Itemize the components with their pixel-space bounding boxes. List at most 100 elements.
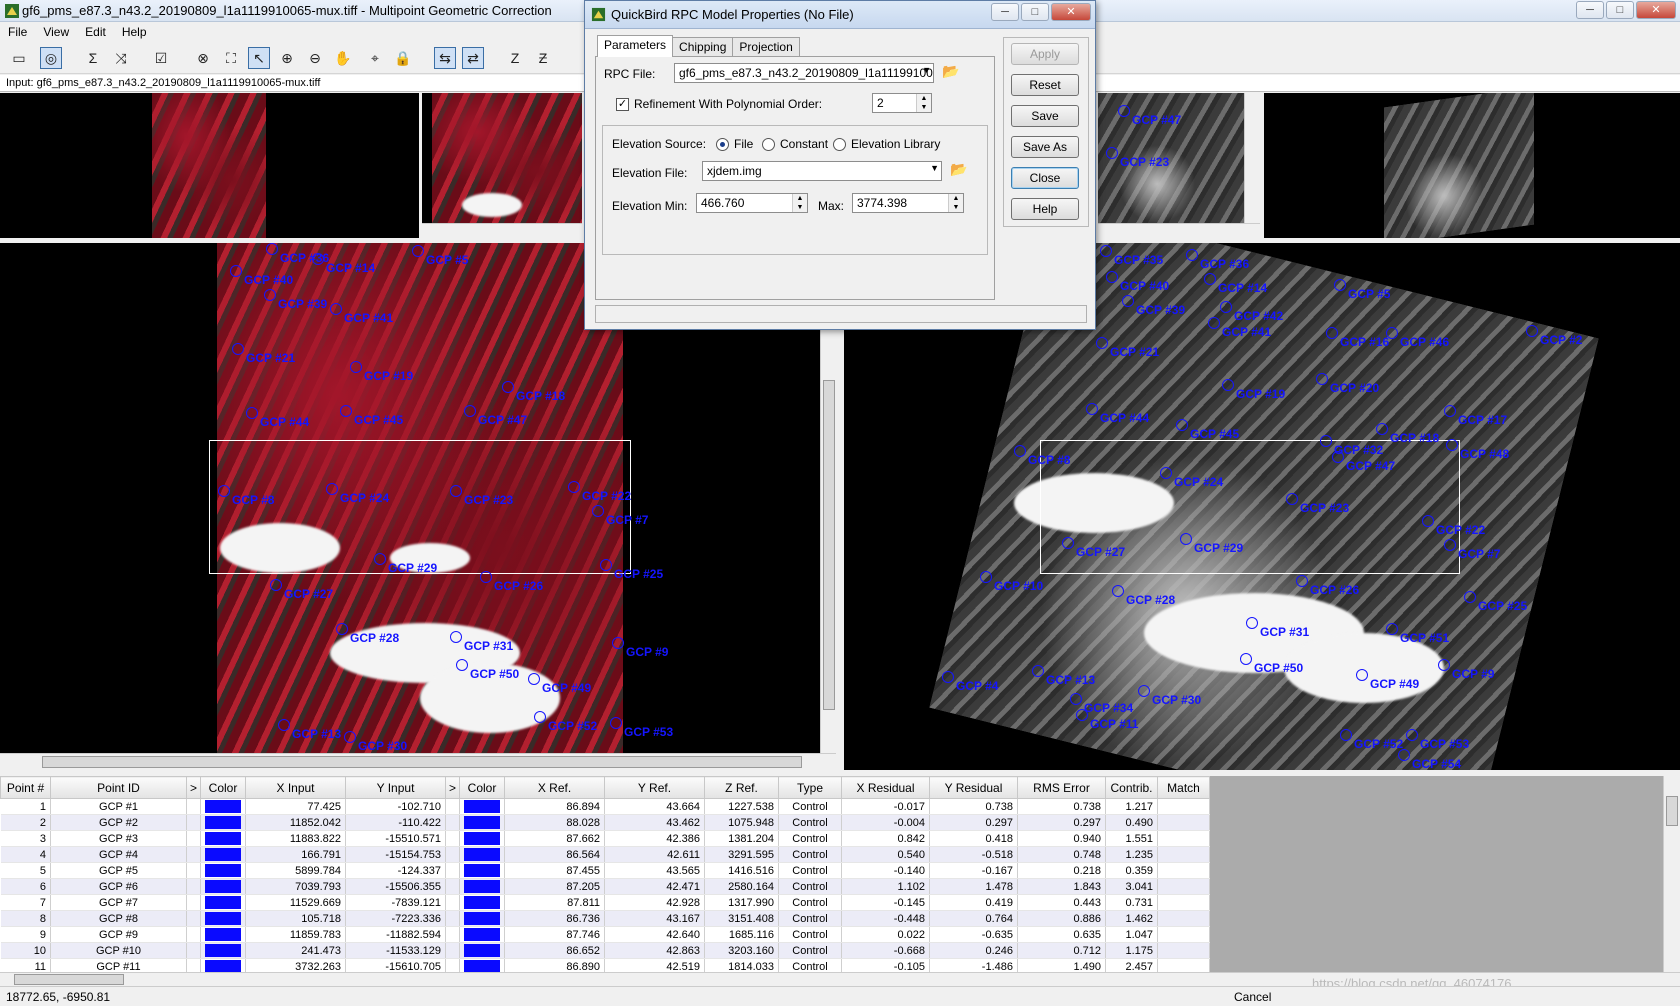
sigma-icon[interactable]: Σ xyxy=(82,47,104,69)
table-row[interactable]: 11 GCP #11 3732.263 -15610.705 86.890 42.519 1… xyxy=(0,958,1210,972)
close-button[interactable]: Close xyxy=(1011,167,1079,189)
table-row[interactable]: 4 GCP #4 166.791 -15154.753 86.564 42.611 3291… xyxy=(0,846,1210,863)
gcp-view-icon[interactable]: ◎ xyxy=(40,47,62,69)
column-header[interactable]: RMS Error xyxy=(1017,776,1106,799)
table-row[interactable]: 1 GCP #1 77.425 -102.710 86.894 43.664 1227.53… xyxy=(0,798,1210,815)
table-vscroll-thumb[interactable] xyxy=(1666,796,1678,826)
table-row[interactable]: 5 GCP #5 5899.784 -124.337 87.455 43.565 1416.… xyxy=(0,862,1210,879)
warp-icon[interactable]: ⤨ xyxy=(110,47,132,69)
save-button[interactable]: Save xyxy=(1011,105,1079,127)
open-folder-icon[interactable]: 📂 xyxy=(942,63,962,81)
open-folder-icon[interactable]: 📂 xyxy=(950,161,970,179)
help-button[interactable]: Help xyxy=(1011,198,1079,220)
color-swatch-fill xyxy=(205,864,241,877)
minimize-button[interactable]: ─ xyxy=(1576,1,1604,19)
spinner-arrows-icon[interactable]: ▲ ▼ xyxy=(916,94,931,112)
spinner-arrows-icon[interactable]: ▲ ▼ xyxy=(792,194,807,212)
apply-button[interactable]: Apply xyxy=(1011,43,1079,65)
column-header[interactable]: > xyxy=(186,776,201,799)
zoom-box[interactable] xyxy=(209,440,631,574)
column-header[interactable]: X Residual xyxy=(841,776,930,799)
tab-projection[interactable]: Projection xyxy=(732,37,800,57)
table-row[interactable]: 2 GCP #2 11852.042 -110.422 88.028 43.462 1075… xyxy=(0,814,1210,831)
ref-detail-pane[interactable]: GCP #47 GCP #23 xyxy=(1098,93,1260,238)
column-header[interactable]: > xyxy=(445,776,460,799)
link-views-icon[interactable]: ⇆ xyxy=(434,47,456,69)
refinement-order-spinner[interactable]: 2 ▲ ▼ xyxy=(872,93,932,113)
gcp-label: GCP #29 xyxy=(373,553,438,575)
source-library-radio[interactable] xyxy=(833,138,846,151)
table-row[interactable]: 3 GCP #3 11883.822 -15510.571 87.662 42.386 13… xyxy=(0,830,1210,847)
table-row[interactable]: 8 GCP #8 105.718 -7223.336 86.736 43.167 3151.… xyxy=(0,910,1210,927)
menu-edit[interactable]: Edit xyxy=(77,22,114,42)
close-window-button[interactable]: ✕ xyxy=(1636,1,1676,19)
table-vscroll[interactable] xyxy=(1663,776,1680,972)
zz-icon[interactable]: Ƶ xyxy=(532,47,554,69)
dialog-minimize-button[interactable]: ─ xyxy=(991,3,1019,21)
input-zoom-hscroll[interactable] xyxy=(0,753,836,770)
table-row[interactable]: 10 GCP #10 241.473 -11533.129 86.652 42.863 32… xyxy=(0,942,1210,959)
column-header[interactable]: Y Input xyxy=(345,776,446,799)
auto-link-icon[interactable]: ⇄ xyxy=(462,47,484,69)
column-header[interactable]: Type xyxy=(778,776,842,799)
ref-detail-hscroll[interactable] xyxy=(1098,223,1260,238)
spinner-arrows-icon[interactable]: ▲ ▼ xyxy=(948,194,963,212)
crosshair-icon[interactable]: ⌖ xyxy=(364,47,386,69)
column-header[interactable]: Y Ref. xyxy=(604,776,705,799)
zoom-in-icon[interactable]: ⊕ xyxy=(276,47,298,69)
column-header[interactable]: Point ID xyxy=(50,776,187,799)
pan-hand-icon[interactable]: ✋ xyxy=(332,47,354,69)
elevation-min-spinner[interactable]: 466.760 ▲ ▼ xyxy=(696,193,808,213)
table-cell: Control xyxy=(778,910,842,927)
tab-parameters[interactable]: Parameters xyxy=(597,35,674,57)
column-header[interactable]: Point # xyxy=(0,776,51,799)
column-header[interactable]: Z Ref. xyxy=(704,776,779,799)
dialog-close-x-button[interactable]: ✕ xyxy=(1051,3,1091,21)
ref-detail-vscroll[interactable] xyxy=(1244,93,1260,223)
zoom-out-icon[interactable]: ⊖ xyxy=(304,47,326,69)
menu-help[interactable]: Help xyxy=(114,22,155,42)
check-icon[interactable]: ☑ xyxy=(150,47,172,69)
save-as-button[interactable]: Save As xyxy=(1011,136,1079,158)
table-row[interactable]: 9 GCP #9 11859.783 -11882.594 87.746 42.640 16… xyxy=(0,926,1210,943)
detail-hscroll[interactable] xyxy=(422,223,582,238)
table-row[interactable]: 6 GCP #6 7039.793 -15506.355 87.205 42.471 258… xyxy=(0,878,1210,895)
input-zoom-vscroll[interactable] xyxy=(820,330,836,753)
input-detail-pane[interactable] xyxy=(422,93,582,238)
table-cell: -102.710 xyxy=(345,798,446,815)
refinement-checkbox[interactable]: ✓ xyxy=(616,98,629,111)
menu-view[interactable]: View xyxy=(35,22,77,42)
column-header[interactable]: Y Residual xyxy=(929,776,1018,799)
column-header[interactable]: X Ref. xyxy=(504,776,605,799)
tab-chipping[interactable]: Chipping xyxy=(672,37,734,57)
source-constant-radio[interactable] xyxy=(762,138,775,151)
vscroll-thumb[interactable] xyxy=(823,380,835,710)
gcp-label: GCP #5 xyxy=(1333,279,1391,301)
elevation-file-select[interactable]: xjdem.img ▼ xyxy=(702,161,942,181)
table-hscroll-thumb[interactable] xyxy=(14,974,124,985)
input-overview-pane[interactable] xyxy=(0,93,419,238)
elevation-max-spinner[interactable]: 3774.398 ▲ ▼ xyxy=(852,193,964,213)
cancel-status-button[interactable]: Cancel xyxy=(1234,990,1271,1004)
column-header[interactable]: Contrib. xyxy=(1105,776,1158,799)
menu-file[interactable]: File xyxy=(0,22,35,42)
delete-point-icon[interactable]: ⊗ xyxy=(192,47,214,69)
column-header[interactable]: Color xyxy=(200,776,246,799)
dialog-maximize-button[interactable]: □ xyxy=(1021,3,1049,21)
lock-icon[interactable]: 🔒 xyxy=(392,47,414,69)
maximize-button[interactable]: □ xyxy=(1606,1,1634,19)
column-header[interactable]: Match xyxy=(1157,776,1210,799)
column-header[interactable]: X Input xyxy=(245,776,346,799)
ref-overview-pane[interactable] xyxy=(1264,93,1680,238)
rpc-file-select[interactable]: gf6_pms_e87.3_n43.2_20190809_l1a11199100… xyxy=(674,63,934,83)
source-file-radio[interactable] xyxy=(716,138,729,151)
fit-icon[interactable]: ⛶ xyxy=(220,47,242,69)
column-header[interactable]: Color xyxy=(459,776,505,799)
table-cell: GCP #8 xyxy=(50,910,187,927)
reset-button[interactable]: Reset xyxy=(1011,74,1079,96)
z-icon[interactable]: Z xyxy=(504,47,526,69)
hscroll-thumb[interactable] xyxy=(42,756,802,768)
select-arrow-icon[interactable]: ↖ xyxy=(248,47,270,69)
new-icon[interactable]: ▭ xyxy=(8,47,30,69)
table-row[interactable]: 7 GCP #7 11529.669 -7839.121 87.811 42.928 131… xyxy=(0,894,1210,911)
